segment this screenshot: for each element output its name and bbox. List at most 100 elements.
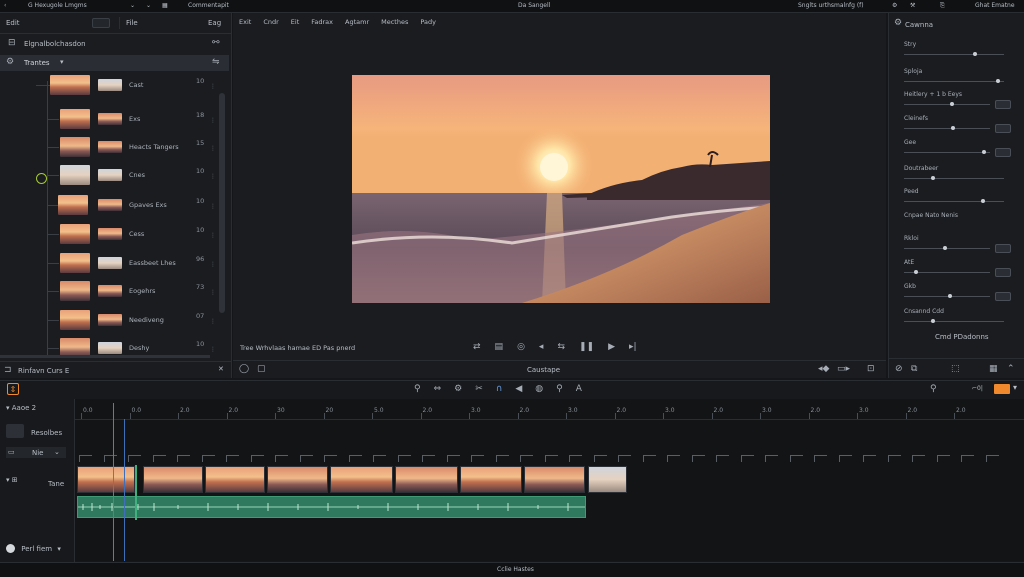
track-header[interactable]: ▾ ⊞ [6,476,18,484]
horizontal-scrollbar[interactable] [0,355,210,358]
grid-icon[interactable]: ▦ [989,364,998,374]
tools-icon[interactable]: ⚒ [910,2,915,9]
slider-knob[interactable] [942,246,947,250]
chevron-down-icon[interactable]: ⌄ [54,448,60,456]
more-icon[interactable]: ⋮ [210,117,216,124]
video-clip[interactable] [77,466,135,493]
settings-icon[interactable]: ⚙ [454,384,462,394]
inspector-slider[interactable] [904,126,990,130]
accent-color-swatch[interactable] [994,384,1010,394]
close-icon[interactable]: ✕ [218,365,224,373]
clip-list-item[interactable]: Cess 10 ⋮ [0,222,216,246]
inspector-reset-button[interactable] [995,244,1011,253]
slider-knob[interactable] [949,102,954,106]
chevron-up-icon[interactable]: ⌃ [1007,364,1015,374]
viewer-menu-item[interactable]: Cndr [263,18,278,28]
audio-clip[interactable] [77,496,586,518]
inspector-slider[interactable] [904,294,990,298]
video-clip[interactable] [330,466,393,493]
clip-list-item[interactable]: Gpaves Exs 10 ⋮ [0,193,216,217]
step-back-icon[interactable]: ◂ [539,342,544,352]
inspector-slider[interactable] [904,270,990,274]
viewer-menu-item[interactable]: Mecthes [381,18,408,28]
sort-icon[interactable]: ⇋ [212,57,220,67]
toggle-button[interactable] [92,18,110,28]
slider-knob[interactable] [950,126,955,130]
select-tool-icon[interactable]: ⇕ [7,383,19,395]
clip-list-item[interactable]: Exs 18 ⋮ [0,107,216,131]
slider-knob[interactable] [930,319,935,323]
play-icon[interactable]: ▶ [608,342,615,352]
slider-knob[interactable] [930,176,935,180]
inspector-slider[interactable] [904,199,1004,203]
blade-icon[interactable]: ✂ [475,384,483,394]
magnet-icon[interactable]: ∩ [496,384,503,394]
more-icon[interactable]: ⋮ [210,173,216,180]
video-clip[interactable] [205,466,265,493]
record-icon[interactable]: ◯ [239,364,249,374]
slider-knob[interactable] [913,270,918,274]
workspace-label[interactable]: Snglts urthsmalnfg (f) [798,2,864,9]
chevron-down-icon[interactable]: ▾ [6,404,10,412]
chevron-down-icon[interactable]: ⌄ [146,2,151,9]
inspector-slider[interactable] [904,79,1004,83]
chevron-down-icon[interactable]: ▾ [6,476,10,484]
trim-icon[interactable]: ⇔ [434,384,442,394]
copy-icon[interactable]: ⧉ [911,364,917,374]
chevron-down-icon[interactable]: ▾ [57,545,61,553]
skip-end-icon[interactable]: ▸| [629,342,637,352]
more-icon[interactable]: ⋮ [210,289,216,296]
more-icon[interactable]: ⋮ [210,83,216,90]
viewer-menu-item[interactable]: Agtamr [345,18,369,28]
expand-icon[interactable]: ⊡ [867,364,875,374]
clip-list-item[interactable]: Heacts Tangers 15 ⋮ [0,135,216,159]
shuffle-icon[interactable]: ⇆ [557,342,565,352]
tab-file[interactable]: File [126,19,138,27]
viewer-menu-item[interactable]: Fadrax [311,18,333,28]
clip-list-item[interactable]: Eassbeet Lhes 96 ⋮ [0,251,216,275]
viewer-menu-item[interactable]: Exit [239,18,251,28]
filter-icon[interactable]: ⚯ [212,38,220,48]
inspector-slider[interactable] [904,52,1004,56]
audio-icon[interactable]: ◎ [517,342,525,352]
monitor-icon[interactable]: ▭ [8,448,15,456]
settings-icon[interactable]: ⚙ [892,2,897,9]
clip-list-item[interactable]: Cast 10 ⋮ [0,73,216,97]
viewer-menu-item[interactable]: Pady [420,18,436,28]
inspector-slider[interactable] [904,176,1004,180]
export-icon[interactable]: ⬚ [951,364,960,374]
fullscreen-icon[interactable]: ▭▸ [837,364,850,374]
playhead[interactable] [113,403,114,561]
inspector-slider[interactable] [904,102,990,106]
chevron-down-icon[interactable]: ▾ [60,58,64,66]
video-clip[interactable] [395,466,458,493]
search-icon[interactable]: ⚲ [930,384,937,394]
video-clip[interactable] [267,466,328,493]
search-icon[interactable]: ⚲ [414,384,421,394]
export-icon[interactable]: ⎘ [940,2,945,10]
text-icon[interactable]: A [576,384,582,394]
track-header[interactable]: ▭ Nie ⌄ [6,447,66,458]
tab-eag[interactable]: Eag [208,19,221,27]
slider-knob[interactable] [981,150,986,154]
video-clip[interactable] [460,466,522,493]
inspector-reset-button[interactable] [995,100,1011,109]
video-clip[interactable] [143,466,203,493]
more-icon[interactable]: ⋮ [210,261,216,268]
track-header[interactable]: ▾ Aaoe 2 [6,404,36,412]
video-clip[interactable] [588,466,627,493]
more-icon[interactable]: ⋮ [210,203,216,210]
inspector-reset-button[interactable] [995,124,1011,133]
collapse-icon[interactable]: ⊟ [8,38,16,48]
globe-icon[interactable]: ◍ [535,384,543,394]
chevron-down-icon[interactable]: ▾ [1013,383,1017,392]
preview-frame[interactable] [352,75,770,303]
pause-icon[interactable]: ❚❚ [579,342,594,352]
more-icon[interactable]: ⋮ [210,145,216,152]
tab-edit[interactable]: Edit [6,19,20,27]
inspector-reset-button[interactable] [995,148,1011,157]
chevron-down-icon[interactable]: ⌄ [130,2,135,9]
app-menu[interactable]: G Hexugole Lmgms [28,2,87,9]
flag-icon[interactable]: ◀ [515,384,522,394]
scrollbar[interactable] [219,93,225,313]
